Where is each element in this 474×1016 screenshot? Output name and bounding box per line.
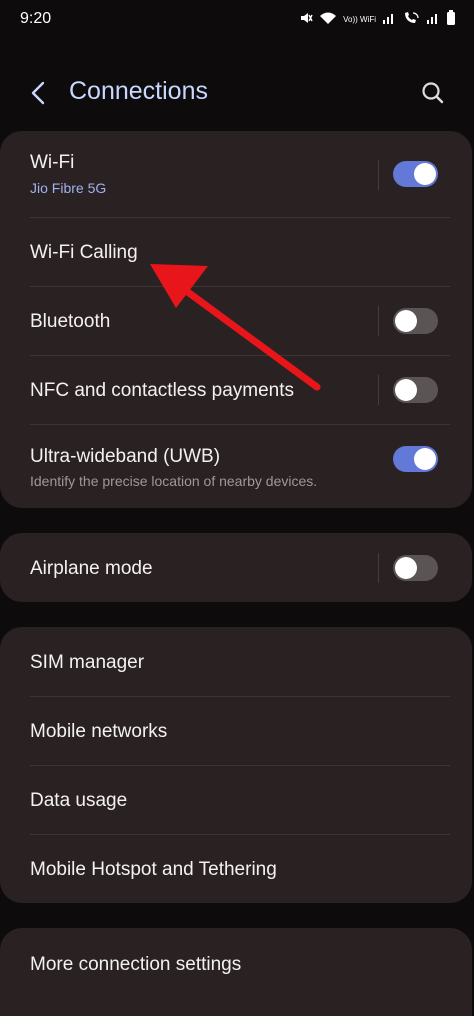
sim-manager-label: SIM manager — [30, 652, 145, 673]
uwb-description: Identify the precise location of nearby … — [30, 473, 318, 489]
wifi-icon — [319, 11, 337, 28]
more-settings-card: More connection settings — [0, 928, 472, 1016]
row-divider — [378, 553, 379, 583]
more-settings-label: More connection settings — [30, 954, 242, 975]
list-item[interactable]: Mobile networks — [0, 696, 472, 765]
connections-card: Wi-Fi Jio Fibre 5G Wi-Fi Calling Bluetoo… — [0, 131, 472, 508]
hotspot-label: Mobile Hotspot and Tethering — [30, 859, 277, 880]
wifi-calling-label: Wi-Fi Calling — [30, 242, 138, 263]
toggle-knob — [414, 163, 436, 185]
wifi-network-name: Jio Fibre 5G — [30, 180, 107, 196]
wifi-label: Wi-Fi — [30, 152, 75, 173]
signal-icon-2 — [426, 11, 440, 28]
bluetooth-row[interactable]: Bluetooth — [0, 286, 472, 355]
bluetooth-toggle[interactable] — [393, 308, 438, 334]
status-time: 9:20 — [20, 10, 52, 27]
airplane-label: Airplane mode — [30, 558, 153, 579]
toggle-knob — [395, 379, 417, 401]
toggle-knob — [395, 310, 417, 332]
page-title: Connections — [69, 77, 208, 105]
mute-icon — [299, 11, 313, 28]
toggle-knob — [395, 557, 417, 579]
signal-icon — [382, 11, 396, 28]
mobile-networks-label: Mobile networks — [30, 721, 168, 742]
nfc-label: NFC and contactless payments — [30, 380, 295, 401]
bluetooth-label: Bluetooth — [30, 311, 111, 332]
nfc-row[interactable]: NFC and contactless payments — [0, 355, 472, 424]
wifi-row[interactable]: Wi-Fi Jio Fibre 5G — [0, 131, 472, 217]
row-divider — [378, 160, 379, 190]
status-bar: 9:20 Vo)) WiFi — [0, 0, 474, 40]
list-item[interactable]: SIM manager — [0, 627, 472, 696]
list-item[interactable]: Mobile Hotspot and Tethering — [0, 834, 472, 903]
status-icons: Vo)) WiFi — [299, 10, 456, 29]
battery-icon — [446, 10, 456, 29]
toggle-knob — [414, 448, 436, 470]
vowifi-icon: Vo)) WiFi — [343, 14, 376, 24]
uwb-toggle[interactable] — [393, 446, 438, 472]
search-button[interactable] — [416, 76, 450, 110]
airplane-row[interactable]: Airplane mode — [0, 533, 472, 602]
row-divider — [378, 375, 379, 405]
app-bar: Connections — [0, 60, 474, 128]
nfc-toggle[interactable] — [393, 377, 438, 403]
wifi-calling-icon — [402, 11, 420, 28]
row-divider — [378, 306, 379, 336]
list-item[interactable]: Data usage — [0, 765, 472, 834]
uwb-row[interactable]: Ultra-wideband (UWB) Identify the precis… — [0, 424, 472, 508]
wifi-toggle[interactable] — [393, 161, 438, 187]
data-usage-label: Data usage — [30, 790, 128, 811]
back-button[interactable] — [22, 76, 56, 110]
airplane-card: Airplane mode — [0, 533, 472, 602]
more-settings-row[interactable]: More connection settings — [0, 928, 472, 998]
uwb-label: Ultra-wideband (UWB) — [30, 446, 221, 467]
network-card: SIM manager Mobile networks Data usage M… — [0, 627, 472, 903]
search-icon — [422, 82, 444, 104]
wifi-calling-row[interactable]: Wi-Fi Calling — [0, 217, 472, 286]
airplane-toggle[interactable] — [393, 555, 438, 581]
chevron-left-icon — [31, 81, 45, 105]
